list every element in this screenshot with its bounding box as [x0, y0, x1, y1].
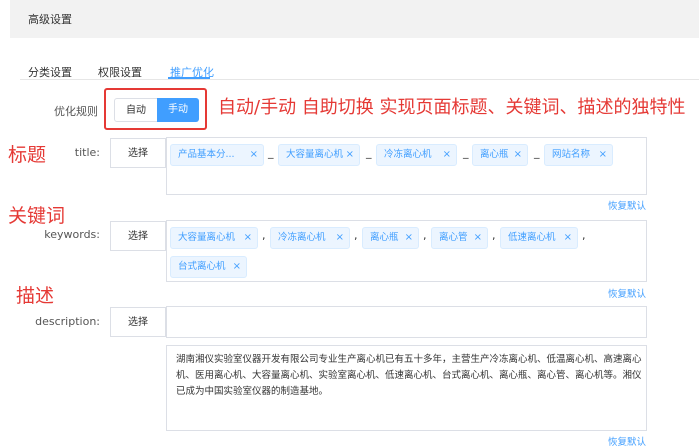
- tag-label: 低速离心机: [508, 232, 556, 243]
- keywords-annotation: 关键词: [8, 205, 66, 227]
- tag-label: 冷冻离心机: [384, 149, 432, 160]
- title-restore-default-link[interactable]: 恢复默认: [608, 198, 646, 212]
- keyword-tag: 台式离心机 ×: [170, 256, 247, 278]
- tag-label: 大容量离心机: [286, 149, 344, 160]
- tab-bar: 分类设置 权限设置 推广优化: [0, 38, 699, 80]
- tag-separator: ,: [262, 229, 266, 242]
- tag-separator: ,: [354, 229, 358, 242]
- tag-separator: ,: [492, 229, 496, 242]
- tag-label: 产品基本分...: [178, 149, 235, 160]
- keywords-field-label: keywords:: [44, 228, 100, 241]
- tag-separator: _: [534, 146, 540, 159]
- keywords-restore-default-link[interactable]: 恢复默认: [608, 286, 646, 300]
- manual-toggle-button[interactable]: 手动: [157, 98, 199, 122]
- description-field-label: description:: [35, 315, 100, 328]
- close-icon[interactable]: ×: [244, 228, 252, 248]
- tab-divider: [20, 79, 699, 80]
- tab-category-settings[interactable]: 分类设置: [28, 64, 72, 80]
- auto-toggle-button[interactable]: 自动: [114, 98, 158, 122]
- tag-separator: _: [463, 146, 469, 159]
- keyword-tag: 冷冻离心机 ×: [270, 227, 350, 249]
- tag-label: 网站名称: [552, 149, 591, 160]
- page-title: 高级设置: [28, 13, 72, 26]
- description-select-button[interactable]: 选择: [110, 307, 166, 337]
- title-field-label: title:: [74, 146, 100, 159]
- title-tag: 冷冻离心机 ×: [376, 144, 457, 166]
- close-icon[interactable]: ×: [233, 257, 241, 277]
- tab-permission-settings[interactable]: 权限设置: [98, 64, 142, 80]
- tag-separator: ,: [582, 229, 586, 242]
- feature-annotation: 自动/手动 自助切换 实现页面标题、关键词、描述的独特性: [218, 97, 686, 118]
- tag-label: 离心瓶: [480, 149, 509, 160]
- tag-label: 大容量离心机: [178, 232, 236, 243]
- keywords-select-button[interactable]: 选择: [110, 221, 166, 251]
- title-tag: 大容量离心机 ×: [278, 144, 360, 166]
- description-text: 湖南湘仪实验室仪器开发有限公司专业生产离心机已有五十多年，主营生产冷冻离心机、低…: [176, 354, 642, 397]
- rule-label: 优化规则: [54, 105, 98, 118]
- keyword-tag: 大容量离心机 ×: [170, 227, 258, 249]
- close-icon[interactable]: ×: [599, 145, 607, 165]
- keyword-tag: 离心瓶 ×: [362, 227, 419, 249]
- close-icon[interactable]: ×: [346, 145, 354, 165]
- title-tag: 离心瓶 ×: [472, 144, 528, 166]
- title-tag: 产品基本分... ×: [170, 144, 264, 166]
- rule-toggle-highlight: 自动 手动: [104, 88, 207, 130]
- tag-label: 台式离心机: [178, 261, 226, 272]
- title-tag-input[interactable]: 产品基本分... × _ 大容量离心机 × _ 冷冻离心机 × _ 离心瓶 × _ 网站…: [166, 137, 647, 195]
- close-icon[interactable]: ×: [564, 228, 572, 248]
- description-restore-default-link[interactable]: 恢复默认: [608, 434, 646, 448]
- keyword-tag: 离心管 ×: [431, 227, 488, 249]
- tag-label: 冷冻离心机: [278, 232, 326, 243]
- keywords-tag-input[interactable]: 大容量离心机 × , 冷冻离心机 × , 离心瓶 × , 离心管 × , 低速离心机 × …: [166, 220, 647, 282]
- description-variable-input[interactable]: [166, 306, 647, 338]
- keyword-tag: 低速离心机 ×: [500, 227, 578, 249]
- tag-label: 离心管: [439, 232, 468, 243]
- close-icon[interactable]: ×: [250, 145, 258, 165]
- page-header: 高级设置: [10, 0, 699, 38]
- tag-separator: _: [268, 146, 274, 159]
- tag-separator: ,: [423, 229, 427, 242]
- close-icon[interactable]: ×: [474, 228, 482, 248]
- active-tab-indicator: [168, 77, 210, 79]
- title-tag: 网站名称 ×: [544, 144, 613, 166]
- tag-separator: _: [366, 146, 372, 159]
- close-icon[interactable]: ×: [405, 228, 413, 248]
- title-select-button[interactable]: 选择: [110, 138, 166, 168]
- close-icon[interactable]: ×: [336, 228, 344, 248]
- description-annotation: 描述: [16, 285, 55, 307]
- tag-label: 离心瓶: [370, 232, 399, 243]
- close-icon[interactable]: ×: [514, 145, 522, 165]
- close-icon[interactable]: ×: [443, 145, 451, 165]
